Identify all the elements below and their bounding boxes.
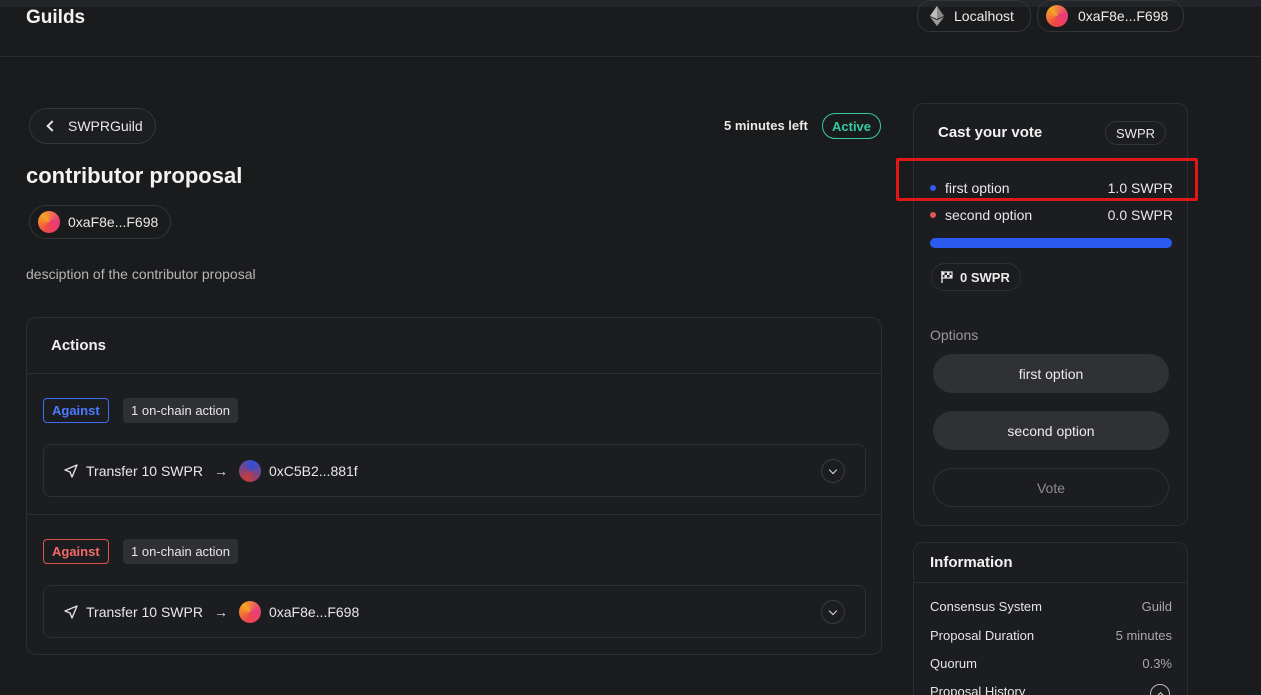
info-row: Consensus System Guild (930, 599, 1172, 614)
quorum-pill: 0 SWPR (931, 263, 1021, 291)
info-row: Proposal Duration 5 minutes (930, 628, 1172, 643)
arrow-right-icon: → (213, 462, 228, 479)
result-label: second option (945, 207, 1033, 223)
wallet-address: 0xaF8e...F698 (1078, 8, 1169, 24)
action-row[interactable]: Transfer 10 SWPR → 0xC5B2...881f (43, 444, 866, 497)
action-tag: Against (43, 398, 109, 423)
token-pill: SWPR (1105, 121, 1166, 145)
author-avatar (38, 211, 60, 233)
actions-card: Actions Against 1 on-chain action Transf… (26, 317, 882, 655)
vote-title: Cast your vote (938, 124, 1043, 141)
recipient-avatar (238, 459, 261, 482)
info-row: Proposal History (930, 684, 1172, 695)
actions-heading: Actions (27, 318, 881, 374)
chevron-down-icon (828, 606, 838, 615)
action-group: Against 1 on-chain action Transfer 10 SW… (27, 514, 881, 654)
top-bar: Guilds Localhost 0xaF8e...F698 (0, 0, 1261, 57)
guild-name: SWPRGuild (68, 118, 143, 134)
recipient-address: 0xC5B2...881f (268, 462, 358, 479)
info-key: Consensus System (930, 599, 1042, 614)
wallet-button[interactable]: 0xaF8e...F698 (1037, 0, 1184, 32)
arrow-right-icon: → (213, 603, 228, 620)
chevron-left-icon (46, 120, 58, 132)
info-value: 5 minutes (1115, 628, 1172, 643)
action-tag: Against (43, 539, 109, 564)
option-button-first[interactable]: first option (933, 354, 1169, 393)
flag-icon (941, 271, 953, 283)
result-value: 0.0 SWPR (1107, 207, 1173, 223)
result-row: second option 0.0 SWPR (930, 207, 1173, 223)
result-dot (930, 212, 936, 218)
action-label: Transfer 10 SWPR (86, 462, 203, 479)
proposal-title: contributor proposal (26, 163, 243, 188)
recipient-address: 0xaF8e...F698 (268, 603, 360, 620)
info-value: 0.3% (1142, 656, 1172, 671)
ethereum-icon (930, 6, 944, 26)
expand-action-button[interactable] (821, 459, 845, 483)
network-label: Localhost (954, 8, 1014, 24)
vote-button[interactable]: Vote (933, 468, 1169, 507)
wallet-avatar (1046, 5, 1068, 27)
recipient-avatar (238, 600, 261, 623)
info-key: Proposal Duration (930, 628, 1035, 643)
action-row[interactable]: Transfer 10 SWPR → 0xaF8e...F698 (43, 585, 866, 638)
network-button[interactable]: Localhost (917, 0, 1031, 32)
info-key: Quorum (930, 656, 977, 671)
chevron-down-icon (828, 465, 838, 474)
quorum-value: 0 SWPR (960, 269, 1010, 285)
option-button-second[interactable]: second option (933, 411, 1169, 450)
action-count: 1 on-chain action (123, 398, 239, 423)
info-value: Guild (1141, 599, 1172, 614)
brand-title[interactable]: Guilds (26, 7, 85, 29)
info-key: Proposal History (930, 684, 1026, 695)
action-group: Against 1 on-chain action Transfer 10 SW… (27, 374, 881, 514)
expand-action-button[interactable] (821, 600, 845, 624)
author-pill[interactable]: 0xaF8e...F698 (29, 205, 172, 239)
action-label: Transfer 10 SWPR (86, 603, 203, 620)
status-badge: Active (822, 113, 882, 139)
proposal-description: desciption of the contributor proposal (26, 266, 256, 282)
author-address: 0xaF8e...F698 (68, 214, 159, 230)
information-card: Information Consensus System Guild Propo… (913, 542, 1188, 695)
time-remaining: 5 minutes left (724, 118, 808, 133)
highlight-box (896, 158, 1198, 201)
info-row: Quorum 0.3% (930, 656, 1172, 671)
send-icon (64, 463, 78, 478)
vote-progress-bar (930, 238, 1172, 248)
options-label: Options (930, 327, 979, 343)
back-to-guild-button[interactable]: SWPRGuild (29, 108, 156, 144)
send-icon (64, 604, 78, 619)
information-heading: Information (914, 543, 1187, 583)
action-count: 1 on-chain action (123, 539, 239, 564)
